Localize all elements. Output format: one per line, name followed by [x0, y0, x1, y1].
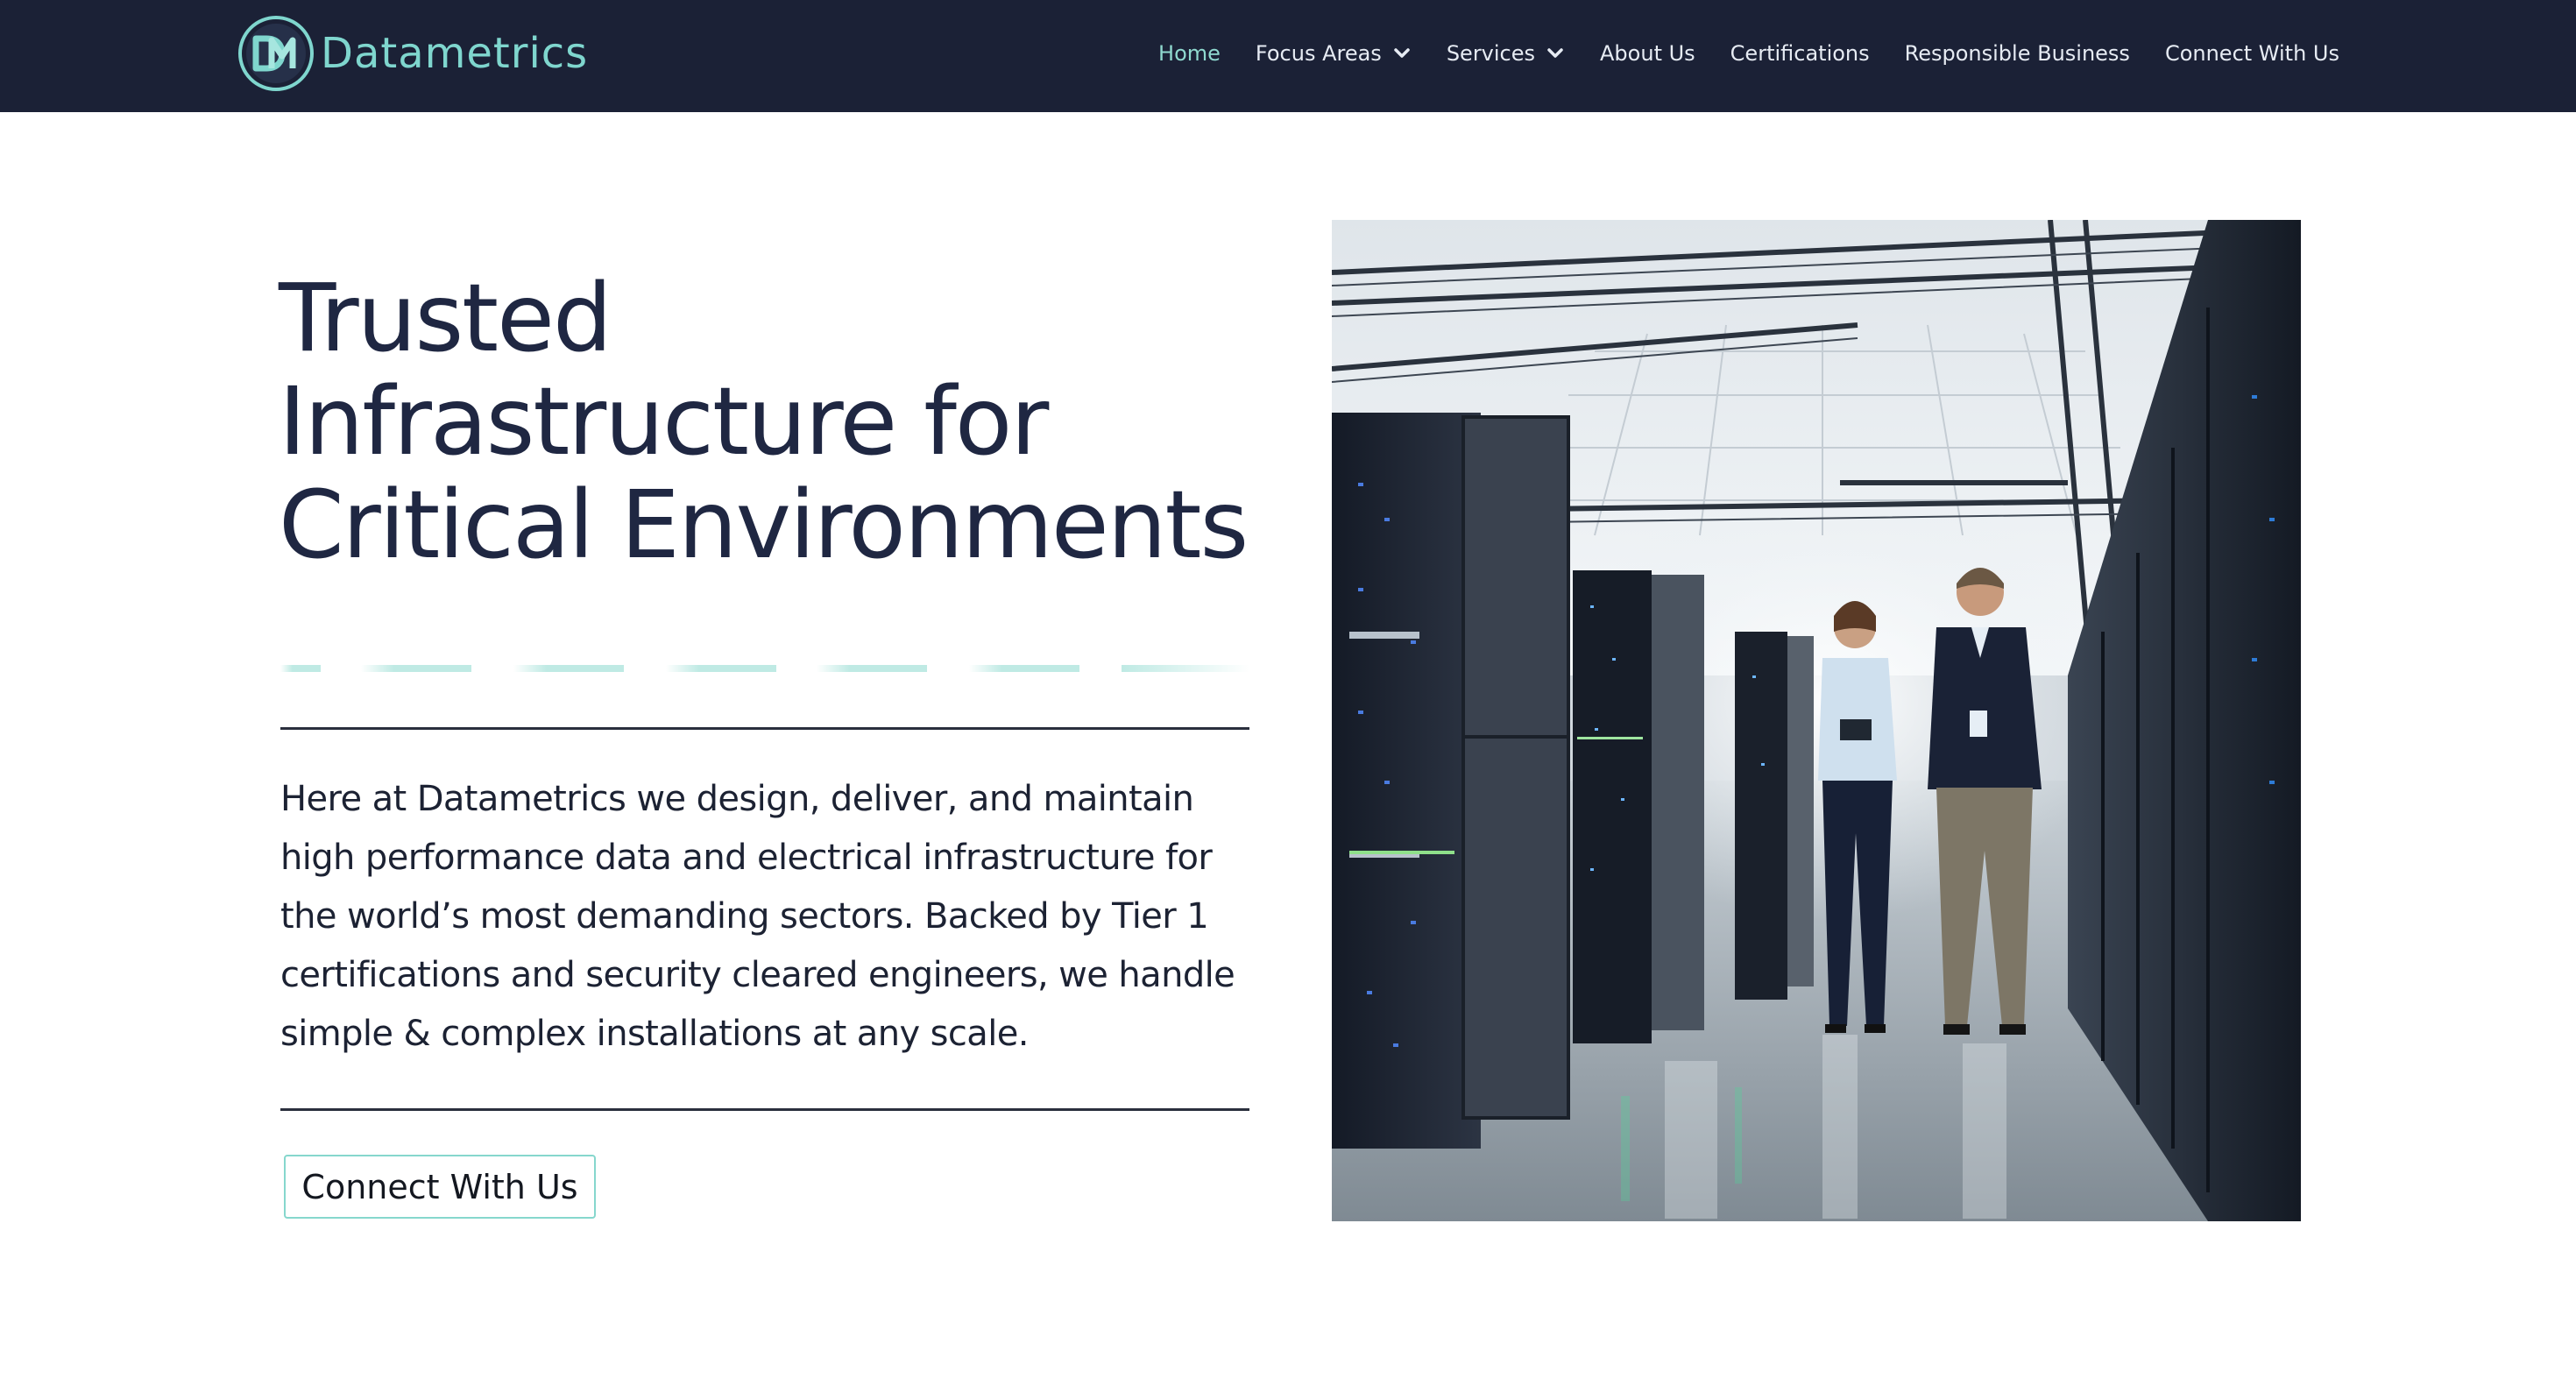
hero-title: Trusted Infrastructure for Critical Envi…: [279, 267, 1260, 577]
decorative-dash-divider: [280, 665, 1249, 672]
nav-item-about-us[interactable]: About Us: [1600, 41, 1695, 66]
nav-item-label: Home: [1158, 41, 1221, 66]
hero-description: Here at Datametrics we design, deliver, …: [280, 779, 1235, 1054]
hero-title-line: Trusted: [279, 265, 612, 373]
nav-item-label: Focus Areas: [1255, 41, 1382, 66]
nav-item-connect-with-us[interactable]: Connect With Us: [2165, 41, 2339, 66]
nav-item-services[interactable]: Services: [1447, 41, 1565, 66]
main-nav: Home Focus Areas Services About Us Certi…: [1123, 0, 2339, 107]
nav-item-label: Connect With Us: [2164, 41, 2339, 66]
nav-item-focus-areas[interactable]: Focus Areas: [1256, 41, 1412, 66]
nav-item-home[interactable]: Home: [1158, 41, 1221, 66]
site-header: Datametrics Home Focus Areas Services Ab…: [0, 0, 2576, 112]
hero-title-line: Infrastructure for: [279, 368, 1049, 477]
nav-item-label: Responsible Business: [1904, 41, 2130, 66]
data-center-illustration: [1332, 220, 2301, 1221]
connect-with-us-button[interactable]: Connect With Us: [284, 1155, 596, 1219]
hero-image-data-center: [1332, 220, 2301, 1221]
divider-line: [280, 727, 1249, 730]
nav-item-responsible-business[interactable]: Responsible Business: [1905, 41, 2130, 66]
nav-item-label: About Us: [1600, 41, 1695, 66]
nav-item-label: Certifications: [1730, 41, 1870, 66]
chevron-down-icon: [1547, 48, 1563, 58]
brand-name: Datametrics: [321, 29, 589, 78]
nav-item-certifications[interactable]: Certifications: [1730, 41, 1870, 66]
dm-monogram-logo-icon: [238, 16, 314, 91]
chevron-down-icon: [1394, 48, 1410, 58]
nav-item-label: Services: [1446, 41, 1536, 66]
hero-title-line: Critical Environments: [279, 471, 1249, 580]
brand-logo[interactable]: Datametrics: [237, 14, 588, 93]
divider-line: [280, 1108, 1249, 1111]
